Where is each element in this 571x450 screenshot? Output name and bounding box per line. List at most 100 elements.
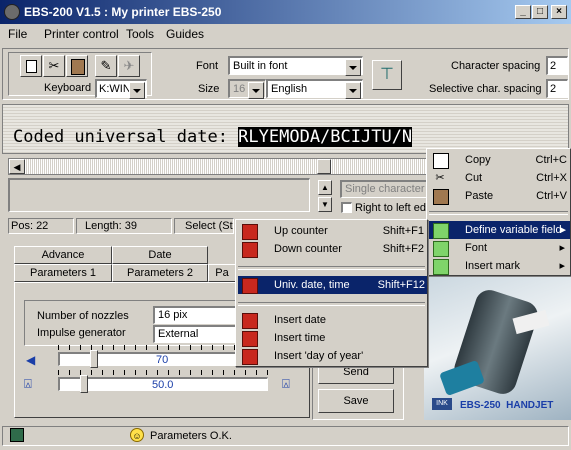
date-time-icon (242, 278, 258, 294)
copy-tool-icon[interactable] (20, 55, 42, 77)
chevron-down-icon[interactable] (345, 59, 361, 76)
slider2-track[interactable]: 50.0 (58, 377, 268, 391)
menu-item-insert-day-of-year[interactable]: Insert 'day of year' (238, 347, 426, 365)
submenu-arrow-icon: ▸ (560, 224, 566, 236)
keyboard-select[interactable]: K:WIN (95, 79, 147, 99)
cut-tool-icon[interactable]: ✂ (43, 55, 65, 77)
maximize-button[interactable]: □ (532, 5, 548, 19)
insert-day-of-year-icon (242, 349, 258, 365)
menu-item-cut[interactable]: ✂ Cut Ctrl+X (429, 169, 569, 187)
tab-parameters-1[interactable]: Parameters 1 (14, 264, 112, 282)
editor-text: Coded universal date: (13, 127, 239, 147)
product-caption: EBS-250 HANDJET (460, 400, 554, 411)
secondary-line[interactable] (8, 178, 310, 212)
pos-field: Pos: 22 (8, 218, 74, 234)
menu-separator (238, 266, 425, 270)
submenu-arrow-icon: ▸ (559, 260, 565, 272)
menu-item-down-counter[interactable]: Down counter Shift+F2 (238, 240, 426, 258)
menu-file[interactable]: File (8, 27, 27, 41)
editor-selection: RLYEMODA/BCIJTU/N (238, 127, 413, 147)
insert-time-icon (242, 331, 258, 347)
single-char-field[interactable]: Single character (340, 180, 430, 198)
paste-tool-icon[interactable] (66, 55, 88, 77)
product-image: INK EBS-250 HANDJET (424, 274, 571, 420)
chevron-down-icon[interactable] (248, 82, 264, 99)
right-to-left-checkbox[interactable] (341, 202, 352, 213)
slider2-thumb[interactable] (80, 375, 88, 393)
menu-bar: File Printer control Tools Guides (0, 24, 571, 44)
variable-field-submenu: Up counter Shift+F1 Down counter Shift+F… (235, 219, 428, 367)
size-select[interactable]: 16 (228, 79, 266, 99)
menu-item-define-variable-field[interactable]: Define variable field ▸ (429, 221, 570, 239)
horizontal-scrollbar[interactable]: ◀ (8, 158, 428, 175)
menu-separator (238, 302, 425, 306)
font-icon (433, 241, 449, 257)
menu-item-insert-mark[interactable]: Insert mark ▸ (429, 257, 569, 275)
nozzles-select[interactable]: 16 pix (153, 306, 239, 324)
scroll-up-button[interactable]: ▲ (318, 180, 332, 195)
nozzles-label: Number of nozzles (37, 310, 129, 322)
slider1-thumb[interactable] (90, 350, 98, 368)
impulse-select[interactable]: External (153, 325, 239, 343)
status-bar (2, 426, 569, 446)
minimize-button[interactable]: _ (515, 5, 531, 19)
variable-field-icon (433, 223, 449, 239)
menu-tools[interactable]: Tools (126, 27, 154, 41)
tab-parameters-2[interactable]: Parameters 2 (112, 264, 208, 282)
tab-pa[interactable]: Pa (208, 264, 236, 282)
right-to-left-label: Right to left ed (355, 202, 426, 214)
up-counter-icon (242, 224, 258, 240)
window-title: EBS-200 V1.5 : My printer EBS-250 (24, 5, 222, 19)
scroll-thumb[interactable] (317, 159, 331, 174)
menu-item-paste[interactable]: Paste Ctrl+V (429, 187, 569, 205)
cut-icon: ✂ (435, 172, 445, 184)
app-icon (4, 4, 20, 20)
down-counter-icon (242, 242, 258, 258)
slider1-value: 70 (156, 354, 169, 366)
copy-icon (433, 153, 449, 169)
send-tool-icon[interactable]: ✈ (118, 55, 140, 77)
menu-item-insert-date[interactable]: Insert date (238, 311, 426, 329)
smiley-icon: ☺ (130, 428, 144, 442)
message-editor[interactable]: Coded universal date: RLYEMODA/BCIJTU/N (2, 104, 569, 154)
size-label: Size (198, 83, 220, 95)
edit-tool-icon[interactable]: ✎ (95, 55, 117, 77)
insert-date-icon (242, 313, 258, 329)
pin-tool-icon[interactable]: ⊤ (372, 60, 402, 90)
slider2-ticks (58, 370, 268, 375)
sel-char-spacing-label: Selective char. spacing (429, 83, 542, 95)
sel-char-spacing-input[interactable]: 2 (546, 79, 568, 98)
title-bar: EBS-200 V1.5 : My printer EBS-250 _ □ × (0, 0, 571, 24)
menu-separator (429, 211, 568, 215)
slider2-value: 50.0 (152, 379, 174, 391)
font-select[interactable]: Built in font (228, 56, 363, 76)
insert-mark-icon (433, 259, 449, 275)
impulse-label: Impulse generator (37, 327, 126, 339)
char-spacing-input[interactable]: 2 (546, 56, 568, 75)
tab-advance[interactable]: Advance (14, 246, 112, 264)
scroll-down-button[interactable]: ▼ (318, 197, 332, 212)
menu-guides[interactable]: Guides (166, 27, 204, 41)
menu-item-insert-time[interactable]: Insert time (238, 329, 426, 347)
scroll-left-button[interactable]: ◀ (9, 159, 25, 174)
submenu-arrow-icon: ▸ (559, 242, 565, 254)
close-button[interactable]: × (551, 5, 567, 19)
paste-icon (433, 189, 449, 205)
menu-item-up-counter[interactable]: Up counter Shift+F1 (238, 222, 426, 240)
chevron-down-icon[interactable] (129, 82, 145, 99)
speed-icon: ◀ (26, 353, 36, 367)
chevron-down-icon[interactable] (345, 82, 361, 99)
status-message: Parameters O.K. (150, 430, 232, 442)
width-left-icon: ⍓ (24, 376, 32, 391)
save-button[interactable]: Save (318, 389, 394, 413)
tab-date[interactable]: Date (112, 246, 208, 264)
select-field: Select (St (174, 218, 234, 234)
menu-item-univ-date-time[interactable]: Univ. date, time Shift+F12 (238, 276, 427, 294)
connection-icon (10, 428, 24, 442)
menu-printer-control[interactable]: Printer control (44, 27, 119, 41)
font-label: Font (196, 60, 219, 72)
menu-item-copy[interactable]: Copy Ctrl+C (429, 151, 569, 169)
width-right-icon: ⍓ (282, 376, 290, 391)
language-select[interactable]: English (266, 79, 363, 99)
menu-item-font[interactable]: Font ▸ (429, 239, 569, 257)
